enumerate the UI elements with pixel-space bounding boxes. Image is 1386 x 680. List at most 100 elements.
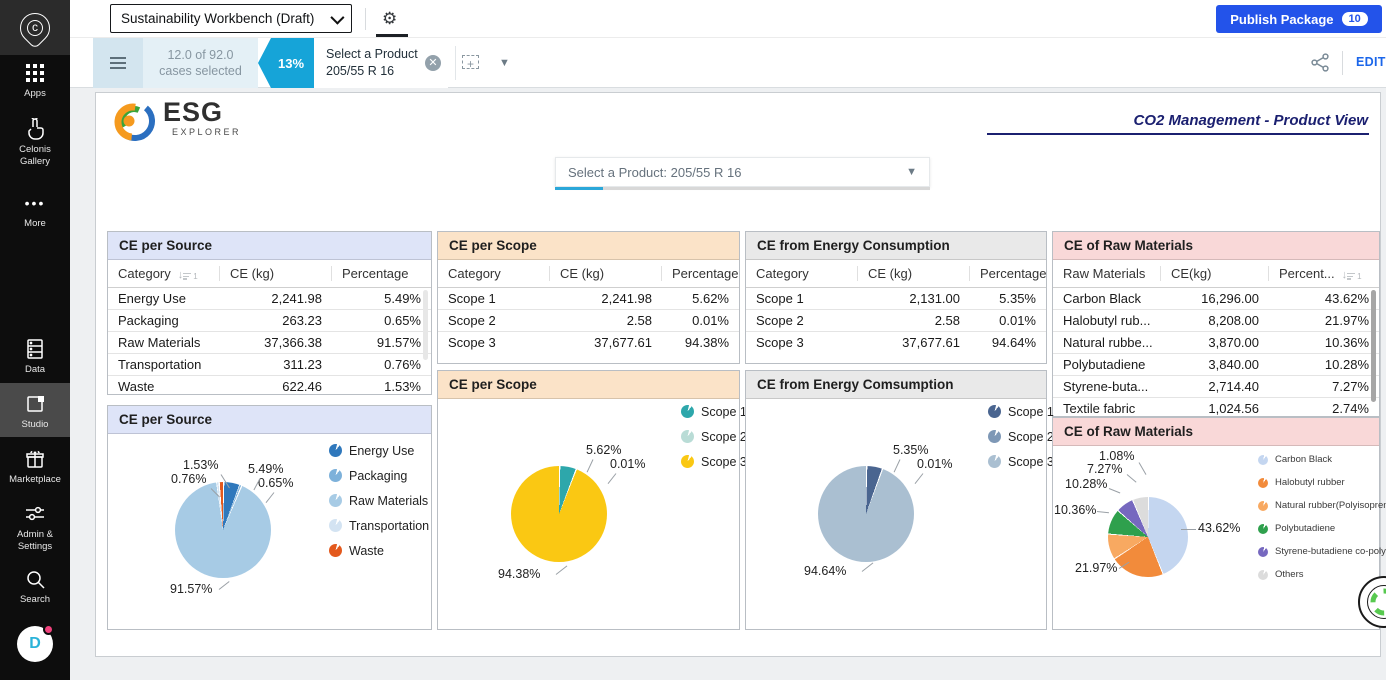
table-cell: Packaging (108, 313, 220, 328)
sidebar-item-studio[interactable]: Studio (0, 383, 70, 437)
panel-title: CE per Source (108, 406, 431, 434)
legend-label: Others (1275, 569, 1304, 580)
column-header[interactable]: CE (kg) (220, 266, 332, 281)
panel-title: CE of Raw Materials (1053, 232, 1379, 260)
sidebar-item-apps[interactable]: Apps (0, 62, 70, 100)
gear-icon[interactable]: ⚙ (382, 9, 397, 29)
pie-chart[interactable] (1108, 497, 1188, 577)
table-scrollbar[interactable] (1371, 290, 1376, 402)
sidebar-item-marketplace[interactable]: Marketplace (0, 448, 70, 486)
table-row[interactable]: Styrene-buta...2,714.407.27% (1053, 375, 1379, 397)
column-header[interactable]: CE (kg) (550, 266, 662, 281)
legend-item[interactable]: Natural rubber(Polyisoprene) (1258, 494, 1386, 517)
table-row[interactable]: Scope 337,677.6194.38% (438, 331, 739, 353)
column-header[interactable]: Percentage (970, 266, 1046, 281)
legend-item[interactable]: Carbon Black (1258, 448, 1386, 471)
table-row[interactable]: Energy Use2,241.985.49% (108, 288, 431, 309)
table-row[interactable]: Scope 22.580.01% (746, 309, 1046, 331)
table-row[interactable]: Scope 12,241.985.62% (438, 288, 739, 309)
share-icon[interactable] (1311, 53, 1330, 77)
column-header[interactable]: Percentage (332, 266, 431, 281)
table-row[interactable]: Carbon Black16,296.0043.62% (1053, 288, 1379, 309)
legend-item[interactable]: Scope 1 (681, 399, 747, 424)
selection-tool-caret-icon[interactable]: ▼ (499, 57, 510, 69)
table-row[interactable]: Scope 22.580.01% (438, 309, 739, 331)
column-header[interactable]: Category (746, 266, 858, 281)
legend-pie-icon (1258, 478, 1268, 488)
celonis-logo[interactable]: c (0, 0, 70, 55)
remove-filter-icon[interactable]: ✕ (425, 55, 441, 71)
legend-item[interactable]: Transportation (329, 513, 429, 538)
avatar[interactable]: D (17, 626, 53, 662)
gallery-hand-icon (0, 118, 70, 140)
sidebar-item-admin-settings[interactable]: Admin & Settings (0, 503, 70, 553)
table-row[interactable]: Scope 12,131.005.35% (746, 288, 1046, 309)
table-row[interactable]: Transportation311.230.76% (108, 353, 431, 375)
table-row[interactable]: Halobutyl rub...8,208.0021.97% (1053, 309, 1379, 331)
sidebar-item-search[interactable]: Search (0, 568, 70, 606)
table-cell: Scope 2 (438, 313, 550, 328)
legend-pie-icon (329, 444, 342, 457)
legend-item[interactable]: Scope 2 (681, 424, 747, 449)
sidebar-item-more[interactable]: ••• More (0, 192, 70, 230)
hamburger-menu-button[interactable] (93, 38, 143, 88)
column-header[interactable]: Raw Materials (1053, 266, 1161, 281)
legend-item[interactable]: Packaging (329, 463, 429, 488)
esg-explorer-logo (105, 96, 163, 151)
table-row[interactable]: Polybutadiene3,840.0010.28% (1053, 353, 1379, 375)
column-header[interactable]: Category (438, 266, 550, 281)
recycle-icon (1366, 584, 1386, 620)
legend-pie-icon (1258, 570, 1268, 580)
admin-settings-icon (0, 503, 70, 525)
table-row[interactable]: Natural rubbe...3,870.0010.36% (1053, 331, 1379, 353)
column-header[interactable]: Percentage (662, 266, 739, 281)
legend-item[interactable]: Raw Materials (329, 488, 429, 513)
sidebar-item-celonis-gallery[interactable]: Celonis Gallery (0, 118, 70, 168)
legend-label: Natural rubber(Polyisoprene) (1275, 500, 1386, 511)
legend-item[interactable]: Scope 2 (988, 424, 1054, 449)
marketplace-icon (0, 448, 70, 470)
table-cell: 2,241.98 (550, 291, 662, 306)
apps-grid-icon (0, 62, 70, 84)
column-header[interactable]: CE (kg) (858, 266, 970, 281)
sort-icon: ↓1 (178, 270, 198, 281)
table-row[interactable]: Raw Materials37,366.3891.57% (108, 331, 431, 353)
table-row[interactable]: Scope 337,677.6194.64% (746, 331, 1046, 353)
legend-item[interactable]: Polybutadiene (1258, 517, 1386, 540)
legend-pie-icon (988, 455, 1001, 468)
legend-item[interactable]: Scope 1 (988, 399, 1054, 424)
legend-label: Packaging (349, 469, 407, 483)
header-divider (365, 8, 366, 30)
column-header[interactable]: Category↓1 (108, 266, 220, 281)
table-scrollbar[interactable] (423, 290, 428, 360)
edit-link[interactable]: EDIT (1356, 55, 1386, 69)
table-cell: 0.76% (332, 357, 431, 372)
legend-item[interactable]: Energy Use (329, 438, 429, 463)
table-cell: 622.46 (220, 379, 332, 394)
legend-item[interactable]: Scope 3 (681, 449, 747, 474)
pie-chart[interactable] (818, 466, 914, 562)
legend-item[interactable]: Styrene-butadiene co-polymer (1258, 540, 1386, 563)
table-cell: Styrene-buta... (1053, 379, 1161, 394)
table-cell: 8,208.00 (1161, 313, 1269, 328)
workbench-selector[interactable]: Sustainability Workbench (Draft) (110, 4, 352, 33)
pie-chart[interactable] (511, 466, 607, 562)
table-row[interactable]: Textile fabric1,024.562.74% (1053, 397, 1379, 419)
legend-item[interactable]: Halobutyl rubber (1258, 471, 1386, 494)
dropdown-underline-accent (555, 187, 603, 190)
pie-chart[interactable] (175, 482, 271, 578)
table-cell: 2.58 (550, 313, 662, 328)
table-row[interactable]: Packaging263.230.65% (108, 309, 431, 331)
column-header[interactable]: CE(kg) (1161, 266, 1269, 281)
product-select-dropdown[interactable]: Select a Product: 205/55 R 16 ▼ (555, 157, 930, 187)
column-header[interactable]: Percent...↓1 (1269, 266, 1379, 281)
more-dots-icon: ••• (0, 192, 70, 214)
legend-item[interactable]: Waste (329, 538, 429, 563)
panel-title: CE from Energy Consumption (746, 232, 1046, 260)
legend-item[interactable]: Scope 3 (988, 449, 1054, 474)
table-row[interactable]: Waste622.461.53% (108, 375, 431, 397)
sidebar-item-data[interactable]: Data (0, 338, 70, 376)
publish-package-button[interactable]: Publish Package 10 (1216, 5, 1382, 33)
legend-pie-icon (1258, 501, 1268, 511)
selection-tool-icon[interactable] (462, 55, 479, 69)
